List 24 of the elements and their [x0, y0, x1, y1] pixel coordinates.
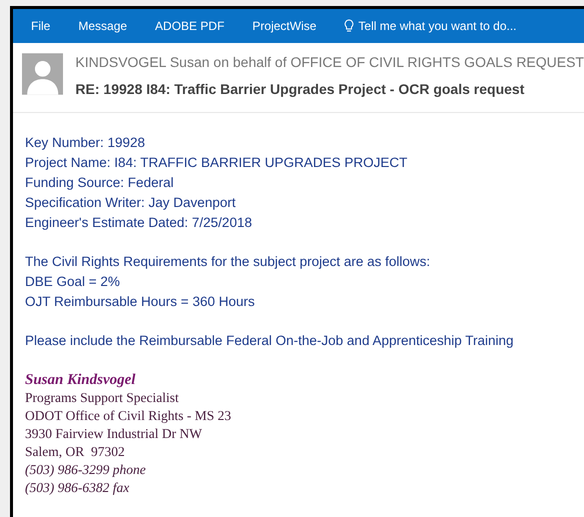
body-text-line: Key Number: 19928 [25, 134, 146, 152]
lightbulb-icon [344, 19, 354, 33]
ribbon-tab[interactable]: File [31, 17, 50, 35]
body-text-line: The Civil Rights Requirements for the subject project are as follows: [25, 253, 432, 271]
tell-me-search[interactable]: Tell me what you want to do... [358, 17, 517, 35]
body-text-line: Project Name: I84: TRAFFIC BARRIER UPGRADES PROJECT [25, 154, 408, 172]
body-text-line: Specification Writer: Jay Davenport [25, 194, 237, 212]
sender-name: KINDSVOGEL Susan on behalf of OFFICE OF CIVIL RIGHTS GOALS REQUEST [75, 53, 584, 72]
email-subject: RE: 19928 I84: Traffic Barrier Upgrades Project - OCR goals request [75, 80, 526, 99]
body-text-line: Engineer's Estimate Dated: 7/25/2018 [25, 214, 253, 232]
signature-line: Salem, OR 97302 [25, 443, 126, 461]
body-text-line: OJT Reimbursable Hours = 360 Hours [25, 293, 256, 311]
body-text-line: Please include the Reimbursable Federal On-the-Job and Apprenticeship Training [25, 332, 515, 350]
signature-name: Susan Kindsvogel [25, 371, 136, 389]
signature-line: (503) 986-6382 fax [25, 479, 130, 497]
ribbon-tab[interactable]: Message [78, 17, 128, 35]
body-text-line: DBE Goal = 2% [25, 273, 121, 291]
signature-line: ODOT Office of Civil Rights - MS 23 [25, 407, 232, 425]
signature-line: 3930 Fairview Industrial Dr NW [25, 425, 203, 443]
ribbon-tab[interactable]: ADOBE PDF [155, 17, 224, 35]
signature-line: Programs Support Specialist [25, 389, 180, 407]
ribbon-tab[interactable]: ProjectWise [252, 17, 316, 35]
signature-line: (503) 986-3299 phone [25, 461, 147, 479]
body-text-line: Funding Source: Federal [25, 174, 175, 192]
